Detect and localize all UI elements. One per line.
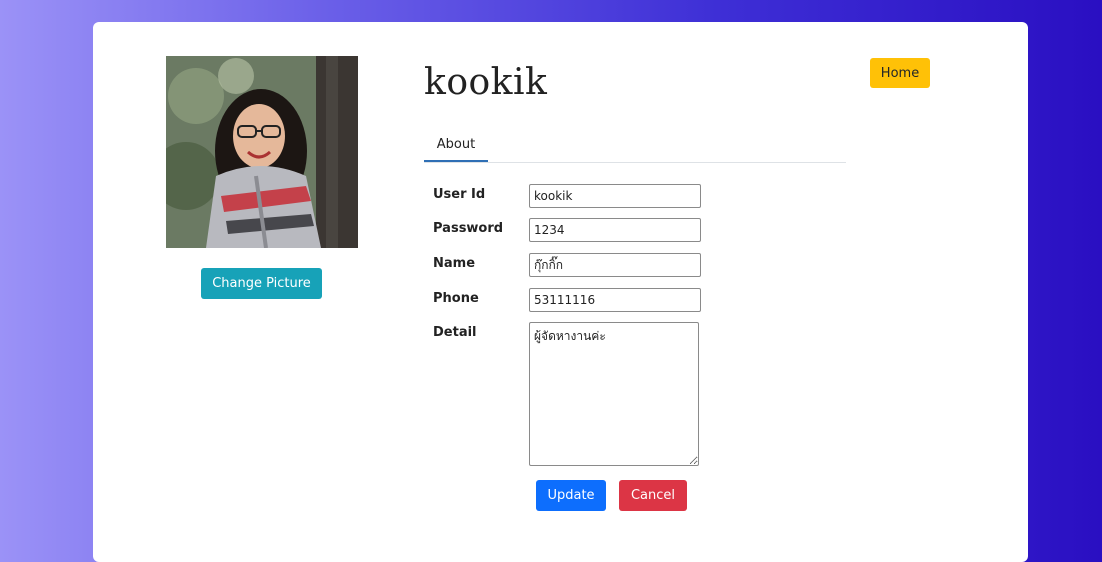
password-field[interactable] [529, 218, 701, 242]
name-field[interactable] [529, 253, 701, 277]
profile-tabs: About [424, 128, 846, 163]
profile-card: Change Picture kookik Home About User Id… [93, 22, 1028, 562]
update-button[interactable]: Update [536, 480, 606, 511]
phone-label: Phone [433, 291, 479, 306]
tab-about[interactable]: About [424, 128, 488, 162]
detail-textarea[interactable]: ผู้จัดหางานค่ะ [529, 322, 699, 466]
user-id-label: User Id [433, 187, 486, 202]
phone-field[interactable] [529, 288, 701, 312]
password-label: Password [433, 221, 504, 236]
home-button[interactable]: Home [870, 58, 930, 88]
user-id-field[interactable] [529, 184, 701, 208]
detail-label: Detail [433, 325, 477, 340]
change-picture-button[interactable]: Change Picture [201, 268, 322, 299]
cancel-button[interactable]: Cancel [619, 480, 687, 511]
name-label: Name [433, 256, 476, 271]
profile-picture [166, 56, 358, 248]
page-title: kookik [424, 62, 548, 103]
